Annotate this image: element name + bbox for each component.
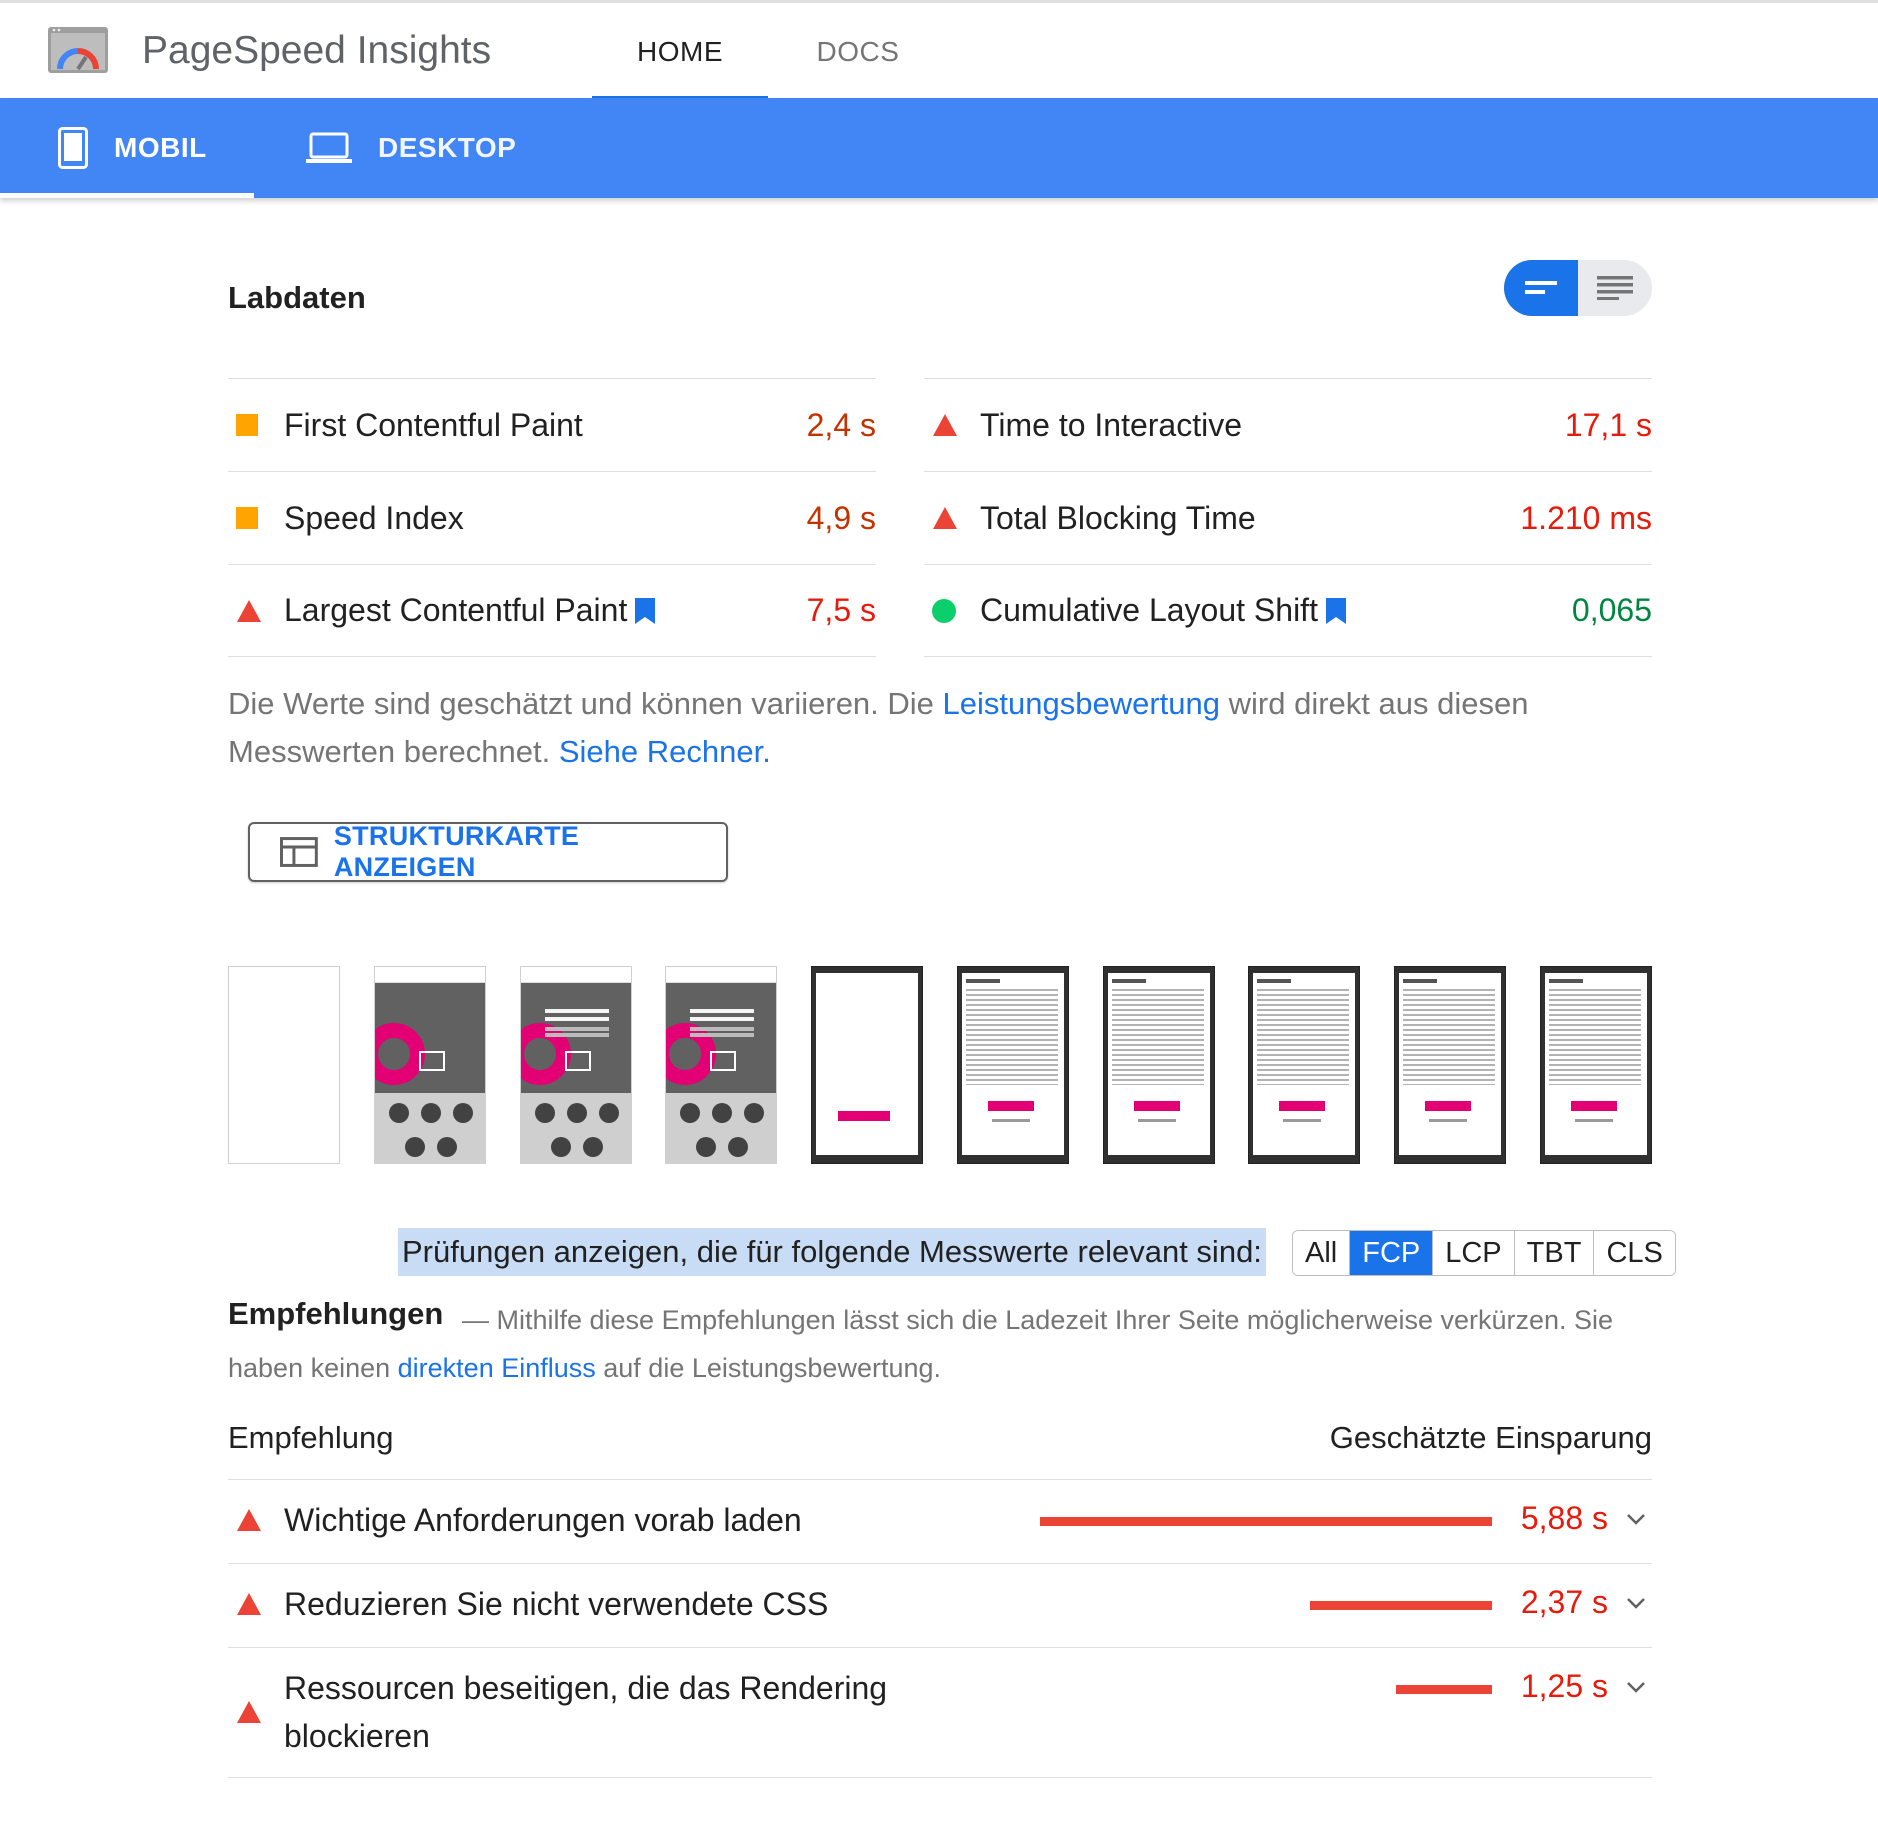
recommendation-name: Ressourcen beseitigen, die das Rendering…: [284, 1670, 888, 1754]
filter-tbt-button[interactable]: TBT: [1514, 1231, 1595, 1275]
savings-value: 2,37 s: [1520, 1584, 1608, 1620]
filter-fcp-button[interactable]: FCP: [1350, 1231, 1434, 1275]
recommendations-title: Empfehlungen: [228, 1296, 444, 1331]
metrics-view-toggle[interactable]: [1504, 260, 1652, 316]
filter-cls-button[interactable]: CLS: [1594, 1231, 1675, 1275]
savings-value: 5,88 s: [1520, 1500, 1608, 1536]
metric-name: First Contentful Paint: [284, 406, 583, 443]
chevron-down-icon[interactable]: [1626, 1512, 1646, 1526]
metric-value: 4,9 s: [806, 499, 876, 536]
pass-circle-icon: [932, 598, 956, 623]
filmstrip-frame: [1540, 966, 1652, 1164]
metric-fcp: First Contentful Paint 2,4 s: [228, 378, 876, 471]
metric-name: Largest Contentful Paint: [284, 592, 628, 628]
treemap-button-label: STRUKTURKARTE ANZEIGEN: [333, 821, 580, 882]
chevron-down-icon[interactable]: [1626, 1596, 1646, 1610]
recommendation-row[interactable]: Ressourcen beseitigen, die das Rendering…: [228, 1648, 1652, 1778]
recommendations-column-headers: Empfehlung Geschätzte Einsparung: [228, 1420, 1652, 1480]
savings-bar: [1396, 1685, 1492, 1694]
recommendations-header: Empfehlungen: [228, 1296, 1668, 1332]
column-header-recommendation: Empfehlung: [228, 1420, 394, 1455]
note-text: Die Werte sind geschätzt und können vari…: [228, 686, 943, 721]
filmstrip-frame: [1103, 966, 1215, 1164]
tab-mobil[interactable]: MOBIL: [0, 98, 254, 198]
filmstrip-frame: [811, 966, 923, 1164]
fail-triangle-icon: [237, 599, 261, 622]
nav-tab-home[interactable]: HOME: [592, 3, 768, 101]
recommendation-row[interactable]: Wichtige Anforderungen vorab laden 5,88 …: [228, 1480, 1652, 1564]
filmstrip-frame: [1248, 966, 1360, 1164]
view-expanded-button[interactable]: [1578, 260, 1652, 316]
metric-tbt: Total Blocking Time 1.210 ms: [924, 471, 1652, 564]
filter-all-button[interactable]: All: [1293, 1231, 1351, 1275]
metric-name: Time to Interactive: [980, 406, 1243, 443]
savings-bar: [1040, 1517, 1492, 1526]
metric-name: Speed Index: [284, 499, 464, 536]
column-header-savings: Geschätzte Einsparung: [1329, 1420, 1652, 1455]
average-square-icon: [236, 414, 258, 436]
compact-list-icon: [1525, 281, 1557, 294]
metric-name: Cumulative Layout Shift: [980, 592, 1318, 628]
filter-lcp-button[interactable]: LCP: [1433, 1231, 1515, 1275]
metric-lcp: Largest Contentful Paint 7,5 s: [228, 564, 876, 657]
device-tabs: MOBIL DESKTOP: [0, 98, 1878, 198]
savings-value: 1,25 s: [1520, 1668, 1608, 1704]
pagespeed-logo-icon: [48, 27, 108, 73]
chevron-down-icon[interactable]: [1626, 1680, 1646, 1694]
filmstrip-frame: [228, 966, 340, 1164]
savings-bar: [1310, 1601, 1492, 1610]
view-compact-button[interactable]: [1504, 260, 1578, 316]
recommendation-name: Reduzieren Sie nicht verwendete CSS: [284, 1586, 829, 1622]
metric-value: 1.210 ms: [1520, 499, 1652, 536]
recommendation-row[interactable]: Reduzieren Sie nicht verwendete CSS 2,37…: [228, 1564, 1652, 1648]
filmstrip-frame: [957, 966, 1069, 1164]
bookmark-icon[interactable]: [1325, 597, 1346, 624]
recommendation-name: Wichtige Anforderungen vorab laden: [284, 1502, 802, 1538]
treemap-icon: [280, 837, 318, 867]
filmstrip-frame: [520, 966, 632, 1164]
audit-filter-buttons: All FCP LCP TBT CLS: [1292, 1230, 1676, 1276]
fail-triangle-icon: [933, 414, 957, 436]
nav-tab-docs[interactable]: DOCS: [776, 3, 940, 101]
laptop-icon: [306, 132, 352, 163]
metric-tti: Time to Interactive 17,1 s: [924, 378, 1652, 471]
lab-data-title: Labdaten: [228, 280, 366, 315]
metric-cls: Cumulative Layout Shift 0,065: [924, 564, 1652, 657]
metric-speed-index: Speed Index 4,9 s: [228, 471, 876, 564]
expanded-list-icon: [1597, 276, 1633, 300]
smartphone-icon: [58, 127, 88, 169]
metric-value: 7,5 s: [806, 592, 876, 628]
fail-triangle-icon: [237, 1509, 261, 1531]
tab-mobil-label: MOBIL: [114, 132, 207, 163]
direct-impact-link[interactable]: direkten Einfluss: [398, 1353, 596, 1383]
bookmark-icon[interactable]: [635, 597, 656, 624]
average-square-icon: [236, 507, 258, 529]
view-treemap-button[interactable]: STRUKTURKARTE ANZEIGEN: [248, 821, 728, 882]
recommendations-desc-text: auf die Leistungsbewertung.: [595, 1353, 942, 1383]
metric-value: 2,4 s: [806, 406, 876, 443]
fail-triangle-icon: [237, 1701, 261, 1723]
lab-data-note: Die Werte sind geschätzt und können vari…: [228, 680, 1668, 776]
metric-value: 0,065: [1571, 592, 1652, 628]
performance-score-link[interactable]: Leistungsbewertung: [943, 686, 1220, 721]
filmstrip: [228, 966, 1652, 1166]
fail-triangle-icon: [237, 1593, 261, 1615]
metrics-left-column: First Contentful Paint 2,4 s Speed Index…: [228, 378, 876, 657]
filmstrip-frame: [665, 966, 777, 1164]
metrics-right-column: Time to Interactive 17,1 s Total Blockin…: [924, 378, 1652, 657]
calculator-link[interactable]: Siehe Rechner.: [559, 734, 771, 769]
filmstrip-frame: [1394, 966, 1506, 1164]
fail-triangle-icon: [933, 507, 957, 529]
audit-filter-label: Prüfungen anzeigen, die für folgende Mes…: [398, 1228, 1266, 1276]
app-title: PageSpeed Insights: [142, 29, 492, 72]
top-app-bar: PageSpeed Insights HOME DOCS: [0, 0, 1878, 101]
metric-name: Total Blocking Time: [980, 499, 1256, 536]
metric-value: 17,1 s: [1564, 406, 1652, 443]
tab-desktop-label: DESKTOP: [378, 132, 517, 163]
tab-desktop[interactable]: DESKTOP: [306, 98, 526, 198]
filmstrip-frame: [374, 966, 486, 1164]
